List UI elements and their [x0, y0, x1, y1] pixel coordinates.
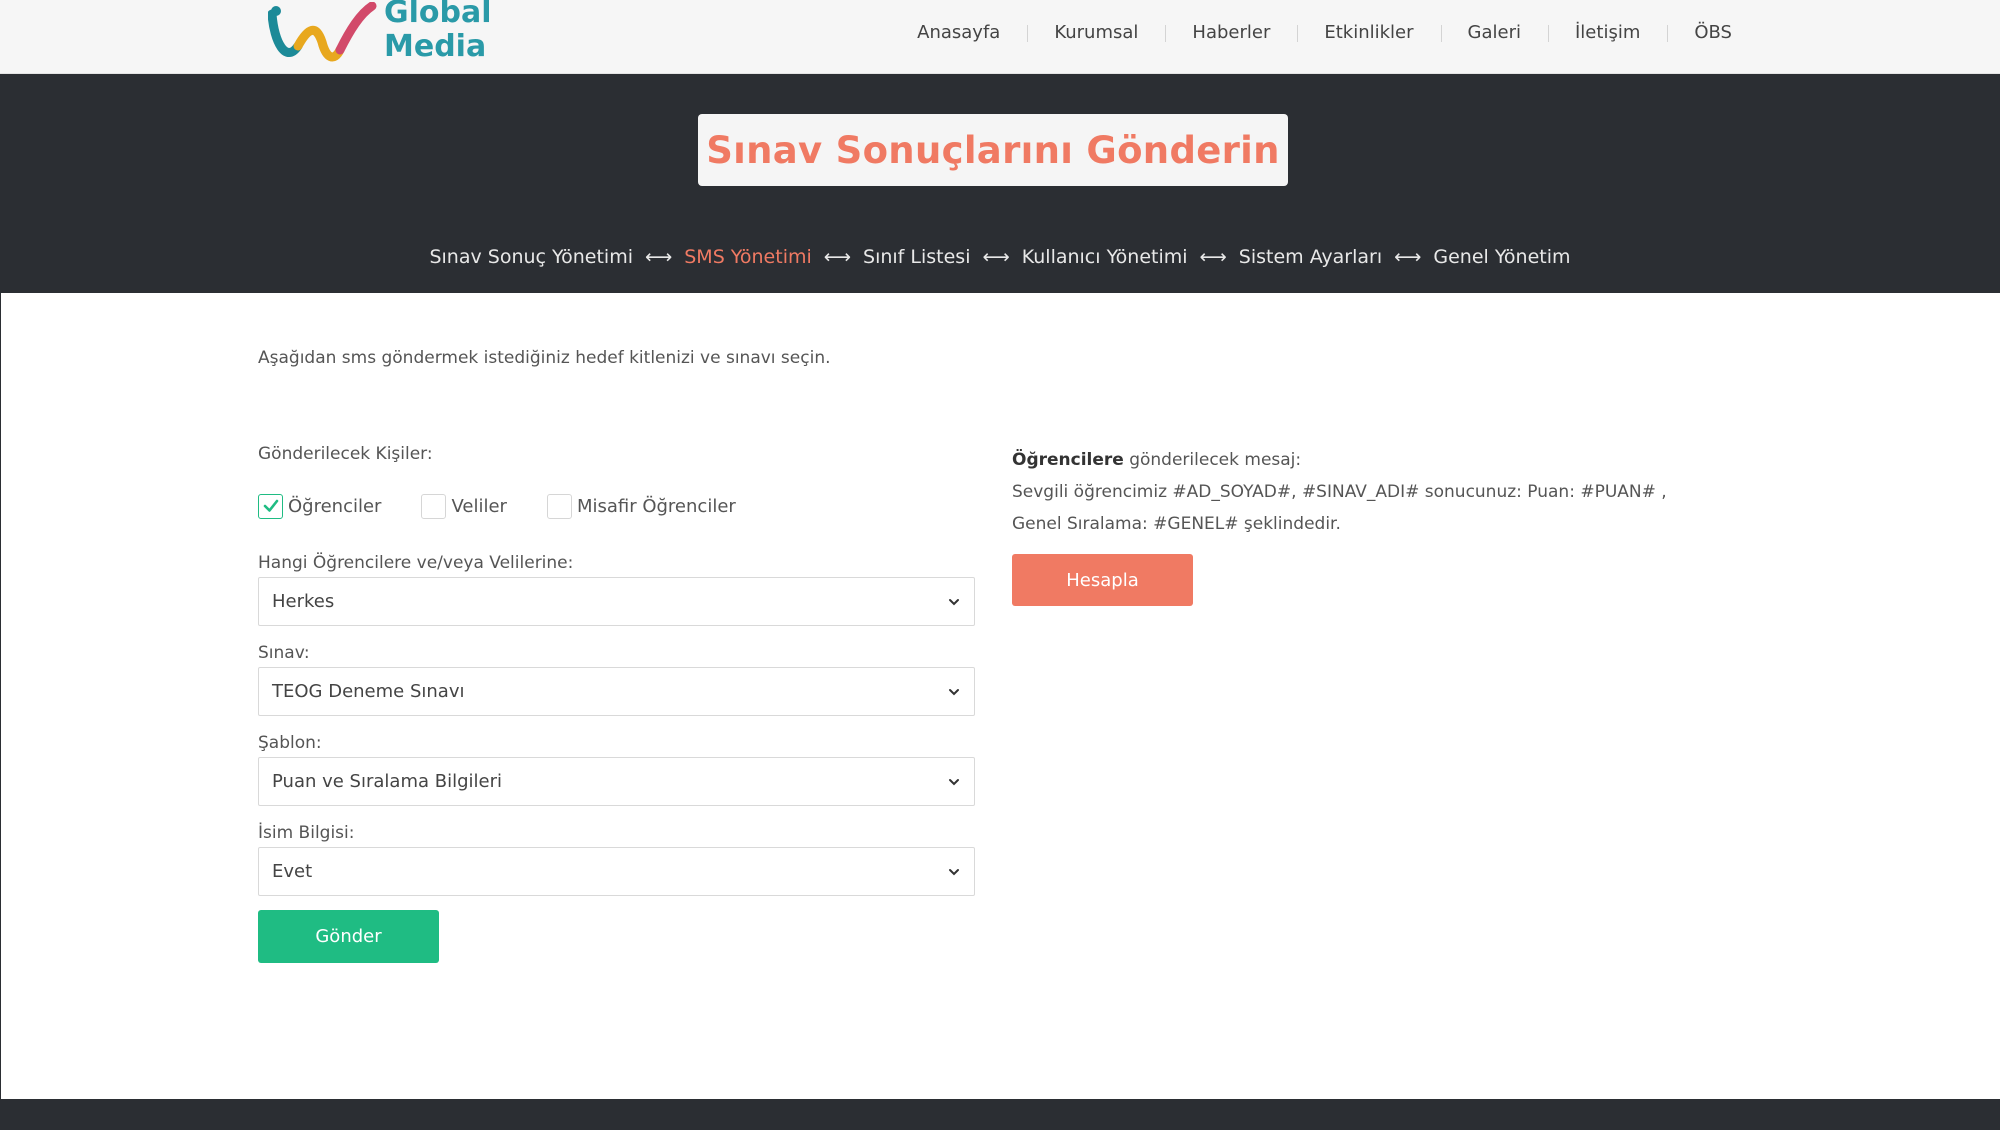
- message-preview: Öğrencilere gönderilecek mesaj: Sevgili …: [1012, 444, 1712, 606]
- breadcrumb-user-management[interactable]: Kullanıcı Yönetimi: [1022, 246, 1188, 268]
- checkbox-parents-label: Veliler: [451, 495, 507, 517]
- calculate-button[interactable]: Hesapla: [1012, 554, 1193, 606]
- logo-line-1: Global: [384, 0, 492, 30]
- breadcrumb-system-settings[interactable]: Sistem Ayarları: [1239, 246, 1382, 268]
- intro-text: Aşağıdan sms göndermek istediğiniz hedef…: [258, 348, 831, 368]
- name-info-group: İsim Bilgisi: Evet: [258, 823, 975, 896]
- breadcrumb-separator-icon: ⟷: [1394, 246, 1422, 268]
- breadcrumb-class-list[interactable]: Sınıf Listesi: [863, 246, 970, 268]
- target-label: Hangi Öğrencilere ve/veya Velilerine:: [258, 553, 574, 573]
- breadcrumb-exam-results[interactable]: Sınav Sonuç Yönetimi: [429, 246, 633, 268]
- send-button[interactable]: Gönder: [258, 910, 439, 963]
- name-info-select-value: Evet: [272, 861, 313, 882]
- recipients-options: Öğrenciler Veliler Misafir Öğrenciler: [258, 492, 975, 520]
- logo[interactable]: Global Media: [268, 0, 492, 70]
- message-heading-rest: gönderilecek mesaj:: [1123, 450, 1302, 470]
- breadcrumb-separator-icon: ⟷: [982, 246, 1010, 268]
- breadcrumb: Sınav Sonuç Yönetimi ⟷ SMS Yönetimi ⟷ Sı…: [0, 246, 2000, 268]
- chevron-down-icon: [949, 688, 959, 695]
- recipients-label: Gönderilecek Kişiler:: [258, 444, 433, 464]
- nav-item-home[interactable]: Anasayfa: [890, 22, 1027, 43]
- chevron-down-icon: [949, 868, 959, 875]
- message-heading-bold: Öğrencilere: [1012, 450, 1124, 470]
- nav-item-corporate[interactable]: Kurumsal: [1027, 22, 1165, 43]
- breadcrumb-separator-icon: ⟷: [645, 246, 673, 268]
- message-line-1: Sevgili öğrencimiz #AD_SOYAD#, #SINAV_AD…: [1012, 482, 1667, 502]
- nav-item-contact[interactable]: İletişim: [1548, 22, 1667, 43]
- logo-text: Global Media: [384, 0, 492, 64]
- target-select-value: Herkes: [272, 591, 335, 612]
- checkbox-guest-students-box[interactable]: [546, 493, 572, 519]
- chevron-down-icon: [949, 778, 959, 785]
- name-info-label: İsim Bilgisi:: [258, 823, 355, 843]
- breadcrumb-sms[interactable]: SMS Yönetimi: [684, 246, 812, 268]
- message-line-2: Genel Sıralama: #GENEL# şeklindedir.: [1012, 514, 1341, 534]
- checkbox-students-label: Öğrenciler: [288, 495, 382, 517]
- exam-group: Sınav: TEOG Deneme Sınavı: [258, 643, 975, 716]
- checkbox-guest-students-label: Misafir Öğrenciler: [576, 495, 736, 517]
- target-select[interactable]: Herkes: [258, 577, 975, 626]
- message-heading: Öğrencilere gönderilecek mesaj:: [1012, 444, 1712, 476]
- checkbox-parents[interactable]: Veliler: [421, 493, 507, 519]
- template-select[interactable]: Puan ve Sıralama Bilgileri: [258, 757, 975, 806]
- chevron-down-icon: [949, 598, 959, 605]
- hero-banner: Sınav Sonuçlarını Gönderin Sınav Sonuç Y…: [0, 74, 2000, 293]
- nav-item-obs[interactable]: ÖBS: [1667, 22, 1732, 43]
- breadcrumb-separator-icon: ⟷: [1199, 246, 1227, 268]
- sms-form: Gönderilecek Kişiler: Öğrenciler Veliler…: [258, 444, 975, 963]
- header: Global Media Anasayfa Kurumsal Haberler …: [0, 0, 2000, 74]
- name-info-select[interactable]: Evet: [258, 847, 975, 896]
- exam-select-value: TEOG Deneme Sınavı: [272, 681, 465, 702]
- footer: [0, 1099, 2000, 1130]
- checkmark-icon: [263, 499, 278, 512]
- page-title: Sınav Sonuçlarını Gönderin: [706, 128, 1280, 172]
- logo-line-2: Media: [384, 29, 487, 64]
- checkbox-students-box[interactable]: [258, 493, 283, 519]
- nav-item-events[interactable]: Etkinlikler: [1297, 22, 1440, 43]
- logo-mark-icon: [268, 2, 377, 62]
- template-label: Şablon:: [258, 733, 322, 753]
- checkbox-guest-students[interactable]: Misafir Öğrenciler: [546, 493, 736, 519]
- target-group: Hangi Öğrencilere ve/veya Velilerine: He…: [258, 553, 975, 626]
- checkbox-students[interactable]: Öğrenciler: [258, 493, 382, 519]
- checkbox-parents-box[interactable]: [421, 493, 447, 519]
- breadcrumb-general-management[interactable]: Genel Yönetim: [1433, 246, 1570, 268]
- page-title-box: Sınav Sonuçlarını Gönderin: [698, 114, 1288, 186]
- main-nav: Anasayfa Kurumsal Haberler Etkinlikler G…: [890, 0, 1732, 64]
- template-group: Şablon: Puan ve Sıralama Bilgileri: [258, 733, 975, 806]
- breadcrumb-separator-icon: ⟷: [823, 246, 852, 268]
- exam-select[interactable]: TEOG Deneme Sınavı: [258, 667, 975, 716]
- nav-item-gallery[interactable]: Galeri: [1440, 22, 1548, 43]
- exam-label: Sınav:: [258, 643, 310, 663]
- nav-item-news[interactable]: Haberler: [1165, 22, 1297, 43]
- template-select-value: Puan ve Sıralama Bilgileri: [272, 771, 502, 792]
